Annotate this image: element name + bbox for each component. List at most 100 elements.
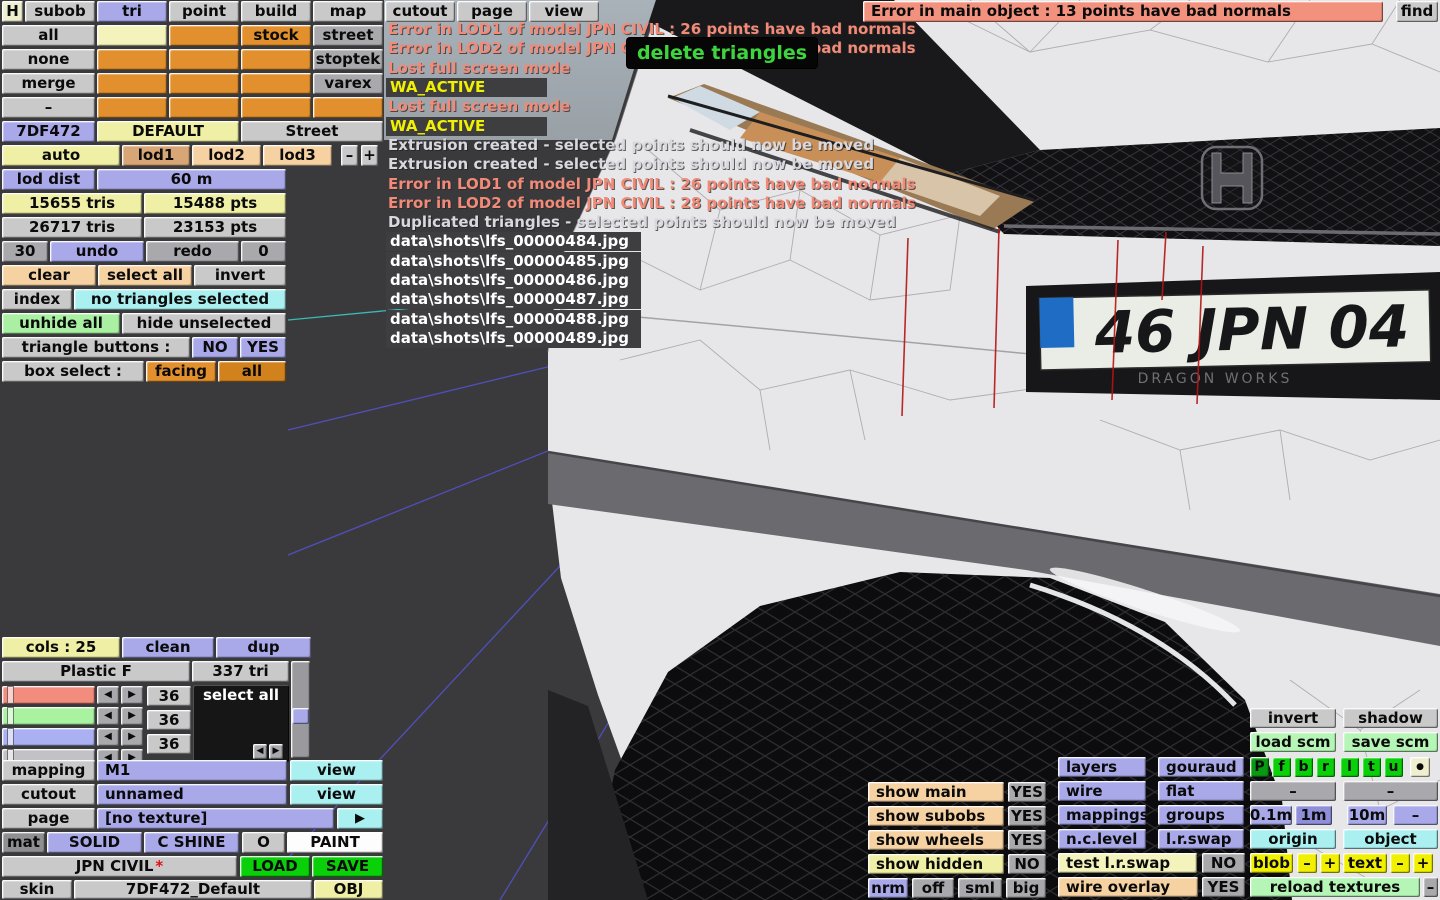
mapping-name[interactable]: M1 bbox=[97, 760, 287, 781]
show-hidden-toggle[interactable]: NO bbox=[1008, 854, 1046, 874]
nrm-off[interactable]: off bbox=[912, 878, 954, 898]
unhide-all-button[interactable]: unhide all bbox=[2, 313, 120, 334]
redo-button[interactable]: redo bbox=[146, 241, 239, 262]
green-slider[interactable] bbox=[2, 707, 95, 725]
find-button[interactable]: find bbox=[1396, 1, 1438, 22]
blue-increase[interactable]: ▶ bbox=[121, 728, 143, 746]
shadow-invert-button[interactable]: invert bbox=[1250, 708, 1336, 728]
mat-label[interactable]: mat bbox=[2, 832, 45, 853]
select-all-subobs[interactable]: all bbox=[2, 25, 95, 46]
nc-level-button[interactable]: n.c.level bbox=[1058, 829, 1146, 849]
lod-plus[interactable]: + bbox=[361, 145, 378, 166]
subob-cell[interactable] bbox=[97, 25, 167, 46]
color-scrollbar-thumb[interactable] bbox=[292, 708, 309, 724]
menu-point[interactable]: point bbox=[169, 1, 239, 22]
skin-label[interactable]: skin bbox=[2, 880, 72, 899]
merge-button[interactable]: merge bbox=[2, 73, 95, 94]
red-increase[interactable]: ▶ bbox=[121, 686, 143, 704]
menu-page[interactable]: page bbox=[457, 1, 527, 22]
lr-swap-button[interactable]: l.r.swap bbox=[1158, 829, 1244, 849]
nrm-big[interactable]: big bbox=[1006, 878, 1046, 898]
subob-cell[interactable] bbox=[241, 97, 311, 118]
model-name[interactable]: JPN CIVIL* bbox=[2, 856, 237, 877]
object-button[interactable]: object bbox=[1343, 829, 1438, 849]
subob-stock[interactable]: stock bbox=[241, 25, 311, 46]
cols-count[interactable]: cols : 25 bbox=[2, 637, 120, 658]
subob-cell[interactable] bbox=[313, 97, 383, 118]
triangle-buttons-yes[interactable]: YES bbox=[240, 337, 286, 358]
select-none[interactable]: none bbox=[2, 49, 95, 70]
hide-unselected-button[interactable]: hide unselected bbox=[122, 313, 286, 334]
dash-button-1[interactable]: – bbox=[1250, 781, 1336, 801]
cutout-view-button[interactable]: view bbox=[290, 784, 383, 805]
lod1-selected[interactable]: lod1 bbox=[122, 145, 190, 166]
subob-cell[interactable] bbox=[241, 73, 311, 94]
config-street[interactable]: Street bbox=[241, 121, 383, 142]
grid-10m[interactable]: 10m bbox=[1347, 805, 1387, 825]
show-subobs-toggle[interactable]: YES bbox=[1008, 806, 1046, 826]
subob-stoptek[interactable]: stoptek bbox=[313, 49, 383, 70]
reload-textures-button[interactable]: reload textures bbox=[1250, 877, 1420, 897]
text-button[interactable]: text bbox=[1343, 853, 1387, 873]
select-all-button[interactable]: select all bbox=[98, 265, 192, 286]
blue-decrease[interactable]: ◀ bbox=[97, 728, 119, 746]
mapping-label[interactable]: mapping bbox=[2, 760, 95, 781]
invert-selection[interactable]: invert bbox=[194, 265, 286, 286]
menu-subob[interactable]: subob bbox=[25, 1, 95, 22]
obj-button[interactable]: OBJ bbox=[314, 880, 383, 899]
subob-cell[interactable] bbox=[169, 73, 239, 94]
shadow-button[interactable]: shadow bbox=[1343, 708, 1438, 728]
dash-button-2[interactable]: – bbox=[1343, 781, 1438, 801]
wire-overlay-toggle[interactable]: YES bbox=[1202, 877, 1245, 897]
flat-button[interactable]: flat bbox=[1158, 781, 1244, 801]
triangle-buttons-no[interactable]: NO bbox=[192, 337, 238, 358]
view-f-button[interactable]: f bbox=[1272, 757, 1291, 777]
load-scm-button[interactable]: load scm bbox=[1250, 732, 1336, 752]
layers-button[interactable]: layers bbox=[1058, 757, 1146, 777]
blue-slider[interactable] bbox=[2, 728, 95, 746]
undo-button[interactable]: undo bbox=[50, 241, 144, 262]
lod2[interactable]: lod2 bbox=[192, 145, 261, 166]
view-b-button[interactable]: b bbox=[1294, 757, 1313, 777]
material-name[interactable]: Plastic F bbox=[2, 661, 190, 682]
show-main-label[interactable]: show main bbox=[868, 782, 1004, 802]
mat-c-shine[interactable]: C SHINE bbox=[144, 832, 239, 853]
test-lr-swap-label[interactable]: test l.r.swap bbox=[1058, 853, 1197, 873]
save-button[interactable]: SAVE bbox=[312, 856, 383, 877]
mat-paint[interactable]: PAINT bbox=[287, 832, 383, 853]
subob-cell[interactable] bbox=[169, 97, 239, 118]
grid-0-1m[interactable]: 0.1m bbox=[1250, 805, 1292, 825]
view-p-button[interactable]: P bbox=[1250, 757, 1269, 777]
show-wheels-label[interactable]: show wheels bbox=[868, 830, 1004, 850]
test-lr-swap-toggle[interactable]: NO bbox=[1202, 853, 1245, 873]
box-select-all[interactable]: all bbox=[218, 361, 286, 382]
green-decrease[interactable]: ◀ bbox=[97, 707, 119, 725]
show-hidden-label[interactable]: show hidden bbox=[868, 854, 1004, 874]
mapping-view-button[interactable]: view bbox=[290, 760, 383, 781]
wire-button[interactable]: wire bbox=[1058, 781, 1146, 801]
lod-dist-label[interactable]: lod dist bbox=[2, 169, 95, 190]
config-id[interactable]: 7DF472 bbox=[2, 121, 95, 142]
menu-tri-selected[interactable]: tri bbox=[97, 1, 167, 22]
view-u-button[interactable]: u bbox=[1384, 757, 1403, 777]
page-next-button[interactable]: ▶ bbox=[337, 808, 383, 829]
groups-button[interactable]: groups bbox=[1158, 805, 1244, 825]
color-page-next[interactable]: ▶ bbox=[269, 744, 283, 759]
reload-dash[interactable]: – bbox=[1423, 877, 1438, 897]
menu-view[interactable]: view bbox=[529, 1, 599, 22]
blob-minus[interactable]: – bbox=[1297, 853, 1317, 873]
save-scm-button[interactable]: save scm bbox=[1343, 732, 1438, 752]
subob-cell[interactable] bbox=[97, 97, 167, 118]
skin-name[interactable]: 7DF472_Default bbox=[74, 880, 312, 899]
lod-minus[interactable]: – bbox=[341, 145, 358, 166]
gouraud-button[interactable]: gouraud bbox=[1158, 757, 1244, 777]
grid-1m-selected[interactable]: 1m bbox=[1295, 805, 1332, 825]
show-wheels-toggle[interactable]: YES bbox=[1008, 830, 1046, 850]
text-minus[interactable]: – bbox=[1390, 853, 1410, 873]
box-select-facing[interactable]: facing bbox=[146, 361, 216, 382]
color-page-prev[interactable]: ◀ bbox=[253, 744, 267, 759]
grid-dash[interactable]: – bbox=[1393, 805, 1438, 825]
green-increase[interactable]: ▶ bbox=[121, 707, 143, 725]
menu-map[interactable]: map bbox=[313, 1, 383, 22]
subob-varex[interactable]: varex bbox=[313, 73, 383, 94]
